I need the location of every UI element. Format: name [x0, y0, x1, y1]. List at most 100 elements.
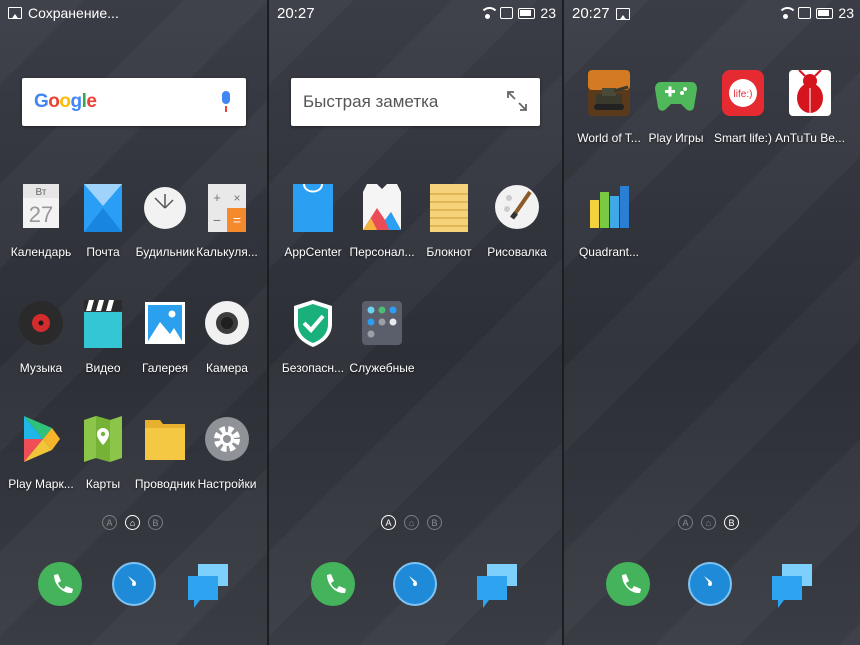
calculator-icon: + × − = [204, 182, 250, 232]
app-label: Рисовалка [487, 245, 547, 259]
dock-messages[interactable] [475, 562, 521, 612]
clock-icon [142, 182, 188, 229]
phone-icon [38, 562, 82, 606]
page-dot-a[interactable]: A [381, 515, 396, 530]
dock-phone[interactable] [311, 562, 357, 612]
shopping-bag-icon [290, 182, 336, 232]
clapperboard-icon [80, 298, 126, 348]
google-logo: Google [34, 91, 97, 112]
app-label: Камера [206, 361, 248, 375]
status-text: Сохранение... [28, 5, 119, 21]
page-indicator: A ⌂ B [102, 515, 163, 530]
gamepad-icon [653, 68, 699, 114]
page-dot-home[interactable]: ⌂ [404, 515, 419, 530]
battery-icon [816, 7, 834, 19]
app-label: AppCenter [284, 245, 342, 259]
homescreens-collage: Сохранение... Google Вт 27 Календарь Поч… [0, 0, 860, 645]
app-label: AnTuTu Be... [775, 131, 845, 145]
app-antutu[interactable]: AnTuTu Be... [771, 68, 849, 145]
dock-phone[interactable] [606, 562, 652, 612]
page-dot-a[interactable]: A [102, 515, 117, 530]
phone-icon [311, 562, 355, 606]
microphone-icon[interactable] [221, 91, 231, 113]
dock-messages[interactable] [770, 562, 816, 612]
image-notification-icon [615, 7, 630, 20]
dock-browser[interactable] [112, 562, 158, 612]
chat-bubbles-icon [186, 562, 232, 610]
battery-level: 23 [540, 5, 556, 21]
app-label: Блокнот [426, 245, 472, 259]
app-appcenter[interactable]: AppCenter [274, 182, 352, 259]
chat-bubbles-icon [475, 562, 521, 610]
expand-icon[interactable] [506, 90, 528, 112]
app-folder-utilities[interactable]: Служебные [343, 298, 421, 375]
svg-text:life:): life:) [734, 89, 753, 100]
theme-shirt-icon [359, 182, 405, 230]
quick-note-widget[interactable]: Быстрая заметка [291, 78, 540, 126]
folder-icon [142, 414, 188, 460]
homescreen-page-home: Сохранение... Google Вт 27 Календарь Поч… [0, 0, 267, 645]
bar-chart-icon [586, 182, 632, 228]
phone-icon [606, 562, 650, 606]
app-label: Quadrant... [578, 245, 640, 259]
image-notification-icon [8, 7, 22, 19]
notepad-icon [426, 182, 472, 232]
calendar-icon: Вт 27 [18, 182, 64, 228]
dock-browser[interactable] [393, 562, 439, 612]
palette-icon [494, 182, 540, 229]
clock-time: 20:27 [572, 5, 610, 22]
svg-text:+: + [213, 190, 221, 205]
dock-phone[interactable] [38, 562, 84, 612]
antutu-icon [787, 68, 833, 116]
dock-browser[interactable] [688, 562, 734, 612]
page-dot-home[interactable]: ⌂ [701, 515, 716, 530]
status-bar: 20:27 23 [564, 0, 860, 26]
compass-icon [112, 562, 156, 606]
chat-bubbles-icon [770, 562, 816, 610]
screen-icon [500, 7, 514, 19]
play-store-icon [18, 414, 64, 462]
status-bar: 20:27 23 [269, 0, 562, 26]
app-label: Калькуля... [196, 245, 258, 259]
svg-text:=: = [233, 212, 241, 228]
wifi-icon [480, 7, 500, 19]
app-calculator[interactable]: + × − = Калькуля... [188, 182, 266, 259]
svg-text:−: − [213, 212, 221, 228]
wifi-icon [778, 7, 798, 19]
page-dot-b[interactable]: B [148, 515, 163, 530]
app-paint[interactable]: Рисовалка [478, 182, 556, 259]
page-dot-home[interactable]: ⌂ [125, 515, 140, 530]
clock-time: 20:27 [277, 5, 315, 22]
page-dot-a[interactable]: A [678, 515, 693, 530]
compass-icon [393, 562, 437, 606]
page-dot-b[interactable]: B [427, 515, 442, 530]
battery-level: 23 [838, 5, 854, 21]
quick-note-text: Быстрая заметка [303, 92, 439, 111]
page-dot-b[interactable]: B [724, 515, 739, 530]
app-label: Безопасн... [281, 361, 345, 375]
svg-text:27: 27 [29, 202, 53, 227]
app-security[interactable]: Безопасн... [274, 298, 352, 375]
homescreen-page-a: 20:27 23 Быстрая заметка AppCenter Персо… [269, 0, 562, 645]
compass-icon [688, 562, 732, 606]
app-label: Служебные [349, 361, 415, 375]
screen-icon [798, 7, 812, 19]
svg-text:×: × [233, 191, 240, 205]
app-camera[interactable]: Камера [188, 298, 266, 375]
camera-icon [204, 298, 250, 345]
page-indicator: A ⌂ B [381, 515, 442, 530]
app-label: Настройки [197, 477, 257, 491]
google-search-bar[interactable]: Google [22, 78, 246, 126]
vinyl-record-icon [18, 298, 64, 345]
homescreen-page-b: 20:27 23 World of T... Play Игры life:) … [564, 0, 860, 645]
folder-grid-icon [359, 298, 405, 345]
app-quadrant[interactable]: Quadrant... [570, 182, 648, 259]
status-bar: Сохранение... [0, 0, 267, 26]
map-icon [80, 414, 126, 462]
app-settings[interactable]: Настройки [188, 414, 266, 491]
dock-messages[interactable] [186, 562, 232, 612]
battery-icon [518, 7, 536, 19]
svg-text:Вт: Вт [36, 187, 47, 198]
shield-check-icon [290, 298, 336, 347]
app-notepad[interactable]: Блокнот [410, 182, 488, 259]
